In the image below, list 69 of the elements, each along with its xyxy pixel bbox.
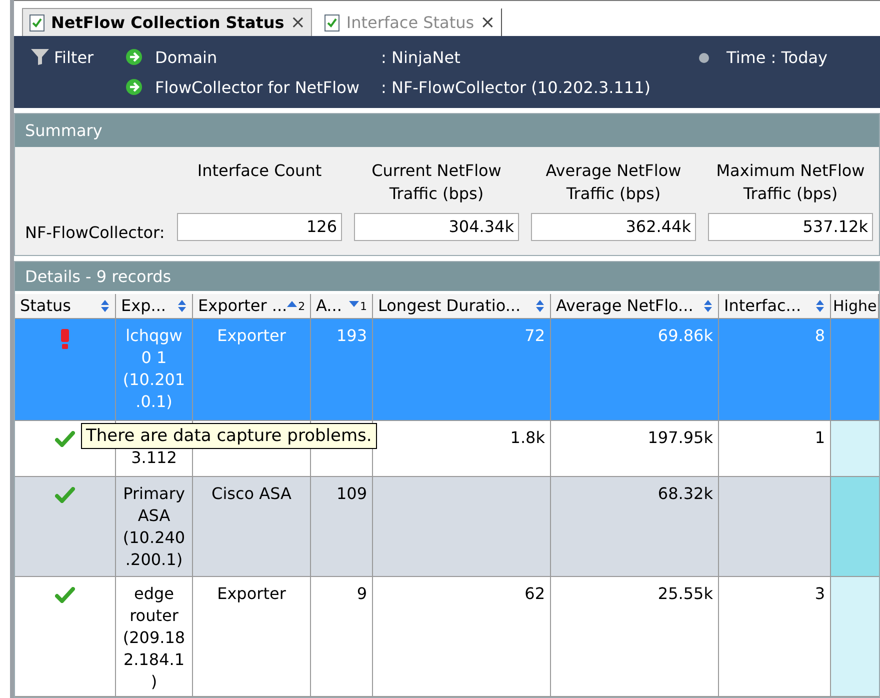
table-cell: 193	[336, 326, 367, 345]
table-cell: 1	[814, 428, 825, 447]
column-header[interactable]: Highe	[831, 294, 879, 318]
table-cell: Exporter	[217, 326, 286, 345]
sort-icon	[815, 299, 825, 313]
tooltip: There are data capture problems.	[81, 423, 377, 449]
time-label: Time : Today	[726, 47, 828, 69]
close-button[interactable]: ×	[480, 9, 496, 36]
table-cell: 25.55k	[658, 584, 713, 603]
filter-icon	[30, 48, 50, 66]
filter-name: Domain	[155, 48, 218, 68]
column-header[interactable]: Longest Duratio...	[373, 294, 551, 318]
table-cell: edge router (209.18 2.184.1 )	[122, 584, 186, 691]
table-row[interactable]: Primary ASA (10.240 .200.1) Cisco ASA 109 68.32k	[15, 477, 879, 577]
table-cell: 197.95k	[648, 428, 713, 447]
tab-label: NetFlow Collection Status	[51, 12, 284, 34]
table-cell: Cisco ASA	[212, 484, 292, 503]
close-button[interactable]: ×	[290, 9, 306, 36]
table-cell: 72	[524, 326, 545, 345]
sort-rank: 2	[298, 300, 306, 312]
column-header[interactable]: Interfac...	[719, 294, 831, 318]
table-cell: 109	[336, 484, 367, 503]
warning-icon	[60, 329, 70, 349]
column-heading: Maximum NetFlow Traffic (bps)	[715, 160, 866, 205]
table-cell: Exporter	[217, 584, 286, 603]
table-cell: Primary ASA (10.240 .200.1)	[122, 484, 186, 569]
filter-name: FlowCollector for NetFlow	[155, 78, 360, 98]
table-cell: 9	[356, 584, 367, 603]
table-cell: lchqgw0 1 (10.201 .0.1)	[122, 326, 186, 411]
section-header: Summary	[15, 114, 879, 147]
document-check-icon	[29, 14, 45, 32]
sort-descending-icon	[349, 300, 359, 306]
sort-icon	[535, 299, 545, 313]
table-cell: 69.86k	[658, 326, 713, 345]
sort-icon	[177, 299, 187, 313]
value-field: 304.34k	[354, 213, 519, 241]
table-cell: 1.8k	[510, 428, 545, 447]
sort-icon	[703, 299, 713, 313]
column-header[interactable]: Status	[15, 294, 116, 318]
table-row[interactable]: edge router (209.18 2.184.1 ) Exporter 9 62 25.55k 3	[15, 577, 879, 697]
tab-label: Interface Status	[346, 12, 474, 34]
column-header[interactable]: Exporter ... 2	[193, 294, 311, 318]
column-header[interactable]: A... 1	[311, 294, 373, 318]
column-header[interactable]: Average NetFlo...	[551, 294, 719, 318]
column-heading: Average NetFlow Traffic (bps)	[544, 160, 682, 205]
sort-ascending-icon	[287, 300, 298, 306]
filter-value: : NF-FlowCollector (10.202.3.111)	[381, 78, 651, 98]
value-field: 362.44k	[531, 213, 696, 241]
column-heading: Interface Count	[196, 160, 323, 182]
document-check-icon	[324, 14, 340, 32]
column-heading: Current NetFlow Traffic (bps)	[370, 160, 502, 205]
value-field: 537.12k	[708, 213, 873, 241]
tab[interactable]: NetFlow Collection Status ×	[22, 8, 312, 36]
section-header: Details - 9 records	[15, 262, 879, 291]
column-header[interactable]: Exp...	[116, 294, 193, 318]
table-cell: 62	[524, 584, 545, 603]
table-cell: 3	[814, 584, 825, 603]
table-cell: 8	[814, 326, 825, 345]
row-label: NF-FlowCollector:	[25, 223, 165, 243]
check-icon	[55, 587, 75, 603]
value-field: 126	[177, 213, 342, 241]
check-icon	[55, 487, 75, 503]
check-icon	[55, 431, 75, 447]
filter-value: : NinjaNet	[381, 48, 460, 68]
table-cell: 68.32k	[658, 484, 713, 503]
sort-icon	[100, 299, 110, 313]
filter-label[interactable]: Filter	[54, 48, 94, 68]
sort-rank: 1	[360, 300, 367, 312]
table-cell: 3.112	[131, 448, 177, 467]
